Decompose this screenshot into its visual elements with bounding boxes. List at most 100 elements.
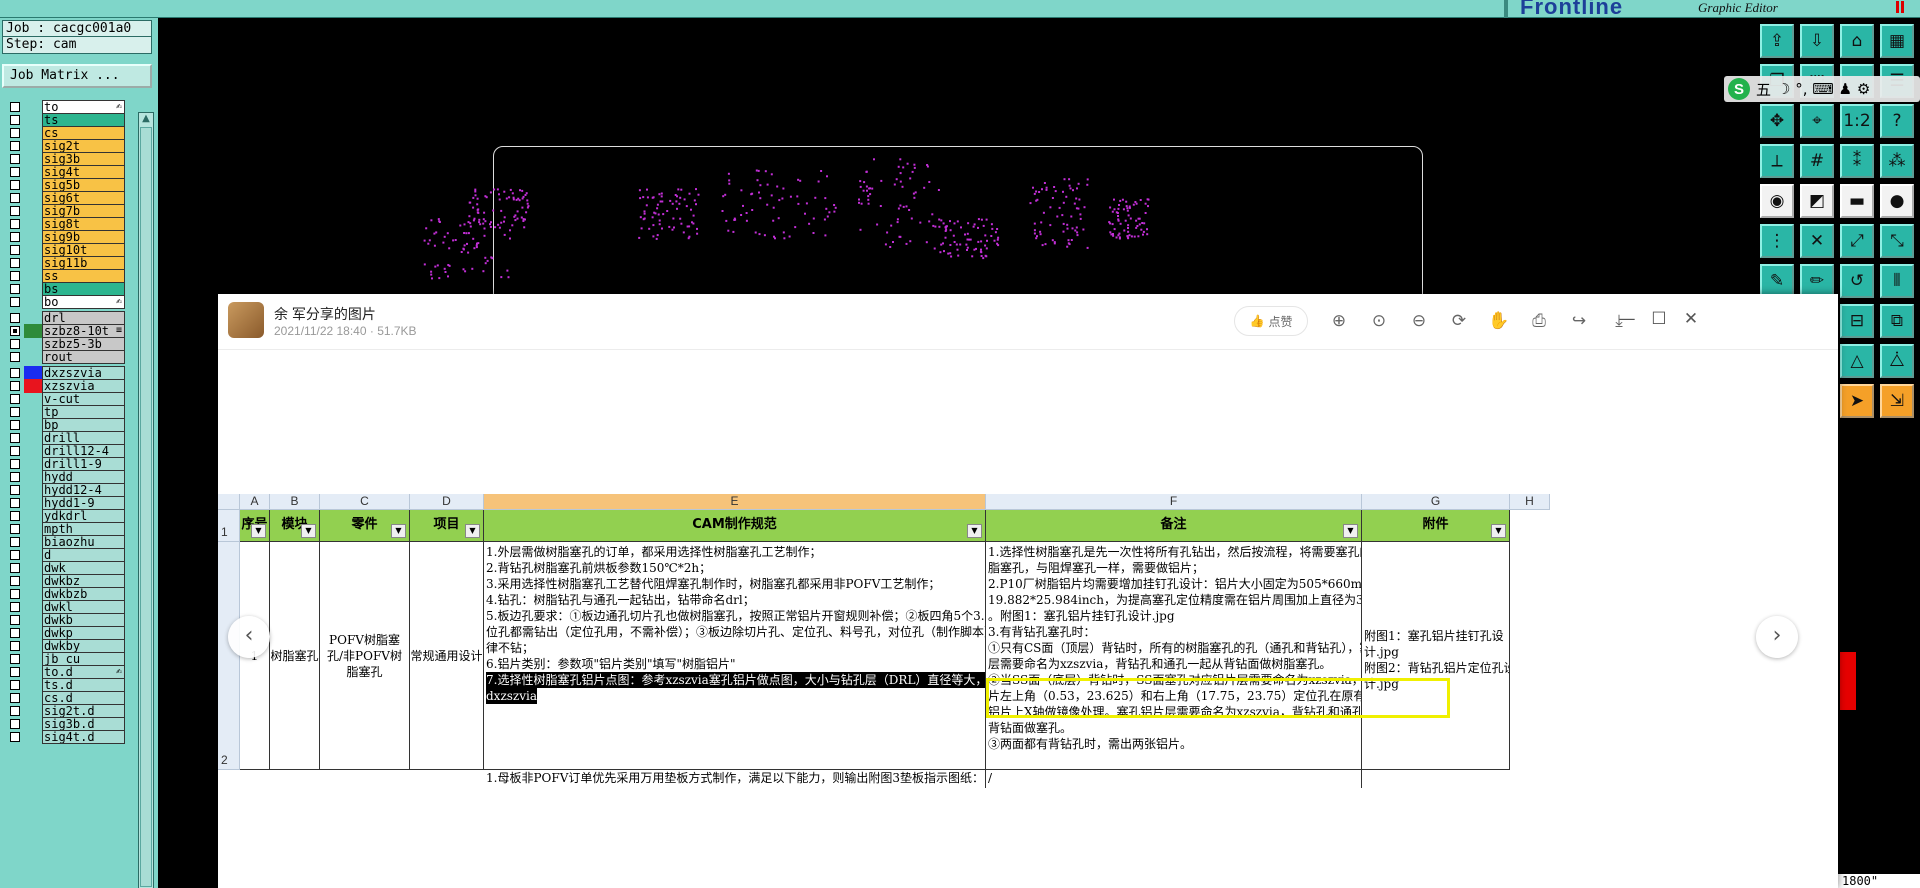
- layer-name[interactable]: sig11b: [42, 256, 125, 270]
- layer-name[interactable]: to.d ✍: [42, 665, 125, 679]
- layer-checkbox[interactable]: [10, 381, 20, 391]
- layer-name[interactable]: rout: [42, 350, 125, 364]
- layer-row[interactable]: mpth: [2, 522, 126, 536]
- filter-dropdown-icon[interactable]: ▼: [1491, 524, 1506, 538]
- layer-row[interactable]: bp: [2, 418, 126, 432]
- layer-name[interactable]: biaozhu: [42, 535, 125, 549]
- layer-row[interactable]: ydkdrl: [2, 509, 126, 523]
- layer-row[interactable]: dwkby: [2, 639, 126, 653]
- layer-row[interactable]: sig9b: [2, 230, 126, 244]
- like-button[interactable]: 👍 点赞: [1234, 306, 1308, 336]
- layer-row[interactable]: bo ✍: [2, 295, 126, 309]
- layer-row[interactable]: to.d ✍: [2, 665, 126, 679]
- layer-row[interactable]: sig4t: [2, 165, 126, 179]
- layer-checkbox[interactable]: [10, 284, 20, 294]
- pad-icon[interactable]: ●: [1880, 184, 1914, 218]
- zoom-out-icon[interactable]: ⊖: [1406, 308, 1432, 334]
- layer-row[interactable]: ts: [2, 113, 126, 127]
- layer-row[interactable]: drill12-4: [2, 444, 126, 458]
- layer-checkbox[interactable]: [10, 706, 20, 716]
- layer-name[interactable]: dwkp: [42, 626, 125, 640]
- layer-checkbox[interactable]: [10, 180, 20, 190]
- layer-checkbox[interactable]: [10, 167, 20, 177]
- layer-row[interactable]: ts.d: [2, 678, 126, 692]
- layer-checkbox[interactable]: [10, 485, 20, 495]
- layer-row[interactable]: tp: [2, 405, 126, 419]
- layer-row[interactable]: v-cut: [2, 392, 126, 406]
- layer-checkbox[interactable]: [10, 628, 20, 638]
- layer-name[interactable]: xzszvia: [42, 379, 125, 393]
- layer-checkbox[interactable]: [10, 693, 20, 703]
- layer-name[interactable]: dwkbzb: [42, 587, 125, 601]
- layer-checkbox[interactable]: [10, 589, 20, 599]
- layer-row[interactable]: sig2t: [2, 139, 126, 153]
- layer-color-swatch[interactable]: [24, 324, 42, 338]
- layer-checkbox[interactable]: [10, 732, 20, 742]
- layer-checkbox[interactable]: [10, 271, 20, 281]
- fit-screen-icon[interactable]: ✥: [1760, 104, 1794, 138]
- pause-icon[interactable]: [1896, 1, 1904, 13]
- layer-name[interactable]: ts: [42, 113, 125, 127]
- layer-checkbox[interactable]: [10, 102, 20, 112]
- layer-name[interactable]: sig5b: [42, 178, 125, 192]
- layer-row[interactable]: sig3b: [2, 152, 126, 166]
- layer-name[interactable]: bs: [42, 282, 125, 296]
- layer-checkbox[interactable]: [10, 326, 20, 336]
- layer-checkbox[interactable]: [10, 407, 20, 417]
- layer-checkbox[interactable]: [10, 297, 20, 307]
- next-image-button[interactable]: ›: [1756, 616, 1798, 658]
- layer-checkbox[interactable]: [10, 258, 20, 268]
- minimize-icon[interactable]: —: [1614, 306, 1640, 332]
- layer-checkbox[interactable]: [10, 459, 20, 469]
- layer-name[interactable]: hydd12-4: [42, 483, 125, 497]
- ime-options[interactable]: ☽ °, ⌨ ♟ ⚙: [1777, 80, 1870, 98]
- grid-icon[interactable]: #: [1800, 144, 1834, 178]
- select-shape-icon[interactable]: ◩: [1800, 184, 1834, 218]
- filter-dropdown-icon[interactable]: ▼: [251, 524, 266, 538]
- snap-red2-icon[interactable]: ⁂: [1880, 144, 1914, 178]
- line-add-icon[interactable]: ⤢: [1840, 224, 1874, 258]
- layer-checkbox[interactable]: [10, 641, 20, 651]
- layer-checkbox[interactable]: [10, 206, 20, 216]
- layer-name[interactable]: cs.d: [42, 691, 125, 705]
- layer-checkbox[interactable]: [10, 394, 20, 404]
- layer-row[interactable]: sig8t: [2, 217, 126, 231]
- ime-logo-icon[interactable]: S: [1728, 78, 1750, 100]
- layer-name[interactable]: jb_cu: [42, 652, 125, 666]
- layer-name[interactable]: ydkdrl: [42, 509, 125, 523]
- filter-dropdown-icon[interactable]: ▼: [465, 524, 480, 538]
- layer-name[interactable]: dwkbz: [42, 574, 125, 588]
- snap-red-icon[interactable]: ⁑: [1840, 144, 1874, 178]
- original-size-icon[interactable]: ⊙: [1366, 308, 1392, 334]
- layer-name[interactable]: sig4t.d: [42, 730, 125, 744]
- layer-row[interactable]: bs: [2, 282, 126, 296]
- zoom-in-icon[interactable]: ⊕: [1326, 308, 1352, 334]
- layer-row[interactable]: xzszvia: [2, 379, 126, 393]
- blocks-icon[interactable]: ⧉: [1880, 304, 1914, 338]
- layer-row[interactable]: drill1-9: [2, 457, 126, 471]
- layer-row[interactable]: sig10t: [2, 243, 126, 257]
- layer-name[interactable]: dwk: [42, 561, 125, 575]
- layer-row[interactable]: szbz8-10t ≡: [2, 324, 126, 338]
- layer-name[interactable]: sig10t: [42, 243, 125, 257]
- layer-name[interactable]: sig2t.d: [42, 704, 125, 718]
- layer-checkbox[interactable]: [10, 511, 20, 521]
- layer-row[interactable]: dwkbzb: [2, 587, 126, 601]
- layer-name[interactable]: dxzszvia: [42, 366, 125, 380]
- layer-checkbox[interactable]: [10, 719, 20, 729]
- layer-row[interactable]: dwkb: [2, 613, 126, 627]
- layer-name[interactable]: dwkb: [42, 613, 125, 627]
- arc-icon[interactable]: ↺: [1840, 264, 1874, 298]
- layer-checkbox[interactable]: [10, 232, 20, 242]
- layer-name[interactable]: sig4t: [42, 165, 125, 179]
- line-edit-icon[interactable]: ⤡: [1880, 224, 1914, 258]
- layer-name[interactable]: d: [42, 548, 125, 562]
- layer-checkbox[interactable]: [10, 563, 20, 573]
- layer-checkbox[interactable]: [10, 313, 20, 323]
- upload-icon[interactable]: ⇪: [1760, 24, 1794, 58]
- layer-checkbox[interactable]: [10, 420, 20, 430]
- ime-toolbar[interactable]: S 五 ☽ °, ⌨ ♟ ⚙: [1724, 76, 1920, 102]
- zoom-fit-icon[interactable]: ⌖: [1800, 104, 1834, 138]
- layer-row[interactable]: to ✍: [2, 100, 126, 114]
- layer-row[interactable]: ss: [2, 269, 126, 283]
